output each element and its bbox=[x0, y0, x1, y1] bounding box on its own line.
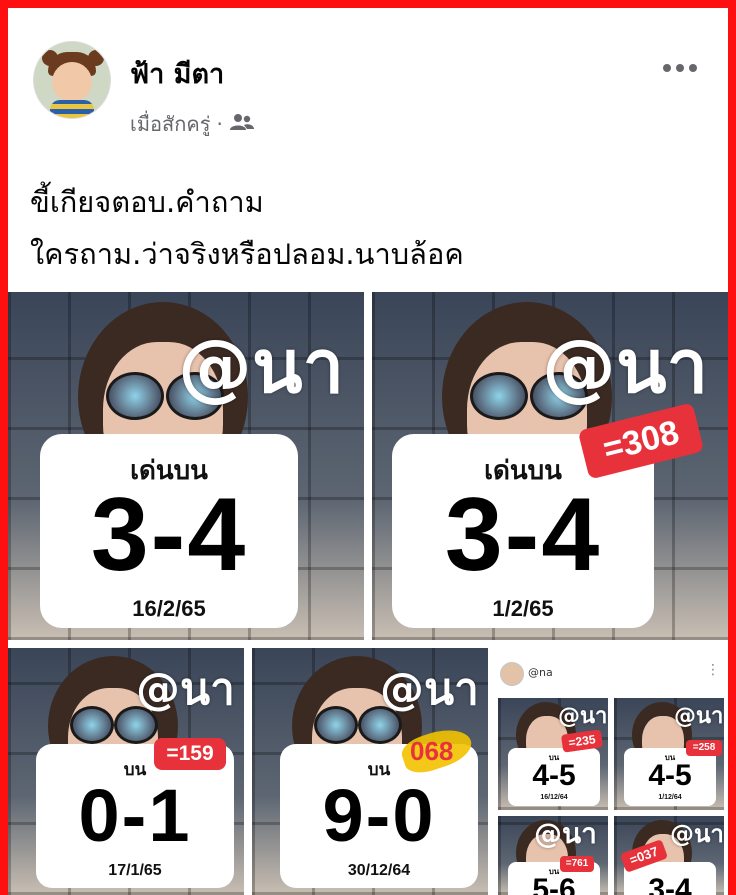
photo-gallery: @นา เด่นบน 3-4 16/2/65 @นา เด่นบน 3-4 1/… bbox=[8, 292, 728, 895]
collage-more-icon: ⋮ bbox=[706, 662, 720, 678]
photo-4[interactable]: @นา บน 9-0 30/12/64 068 bbox=[252, 648, 488, 895]
post-frame: ฟ้า มีตา เมื่อสักครู่ · ขี้เกียจตอบ.คำถา… bbox=[8, 8, 728, 895]
post-caption: ขี้เกียจตอบ.คำถาม ใครถาม.ว่าจริงหรือปลอม… bbox=[30, 176, 464, 280]
post-time[interactable]: เมื่อสักครู่ bbox=[130, 108, 210, 140]
caption-line-2: ใครถาม.ว่าจริงหรือปลอม.นาบล้อค bbox=[30, 237, 464, 271]
card-number: 4-5 bbox=[532, 759, 576, 792]
collage-tile-1: @นา บน 4-5 16/12/64 =235 bbox=[498, 698, 608, 810]
number-card: บน 4-5 16/12/64 bbox=[508, 748, 600, 806]
photo-2[interactable]: @นา เด่นบน 3-4 1/2/65 =308 bbox=[372, 292, 728, 640]
photo-5-collage[interactable]: @na ⋮ @นา บน 4-5 16/12/64 =235 @นา บน 4-… bbox=[492, 652, 728, 895]
collage-header: @na ⋮ bbox=[492, 652, 728, 696]
card-date: 16/12/64 bbox=[540, 794, 568, 801]
card-date: 1/2/65 bbox=[492, 596, 554, 621]
photo-1[interactable]: @นา เด่นบน 3-4 16/2/65 bbox=[8, 292, 364, 640]
card-date: 30/12/64 bbox=[347, 862, 411, 879]
more-options-icon[interactable] bbox=[662, 50, 698, 80]
result-badge: =159 bbox=[154, 738, 226, 770]
result-number: 068 bbox=[410, 736, 454, 766]
collage-tile-2: @นา บน 4-5 1/12/64 =258 bbox=[614, 698, 724, 810]
watermark-handle: @นา bbox=[534, 817, 597, 850]
result-badge: =258 bbox=[686, 740, 722, 756]
card-number: 0-1 bbox=[78, 774, 192, 857]
avatar[interactable] bbox=[33, 41, 111, 119]
card-number: 9-0 bbox=[322, 774, 436, 857]
card-number: 3-4 bbox=[648, 873, 692, 895]
card-number: 3-4 bbox=[90, 477, 248, 593]
result-badge: =761 bbox=[560, 856, 594, 872]
collage-tile-3: @นา บน 5-6 =761 bbox=[498, 816, 608, 895]
card-number: 4-5 bbox=[648, 759, 692, 792]
number-card: บน 4-5 1/12/64 bbox=[624, 748, 716, 806]
collage-avatar bbox=[500, 662, 524, 686]
collage-tile-4: @นา 3-4 =037 bbox=[614, 816, 724, 895]
photo-3[interactable]: @นา บน 0-1 17/1/65 =159 bbox=[8, 648, 244, 895]
card-number: 5-6 bbox=[532, 873, 576, 895]
friends-icon[interactable] bbox=[229, 112, 255, 136]
card-number: 3-4 bbox=[444, 477, 602, 593]
caption-line-1: ขี้เกียจตอบ.คำถาม bbox=[30, 185, 264, 219]
watermark-handle: @นา bbox=[674, 704, 724, 729]
author-name[interactable]: ฟ้า มีตา bbox=[130, 52, 224, 95]
meta-separator: · bbox=[216, 112, 223, 136]
watermark-handle: @นา bbox=[380, 664, 479, 715]
card-date: 16/2/65 bbox=[132, 596, 206, 621]
number-card: เด่นบน 3-4 16/2/65 bbox=[40, 434, 298, 628]
watermark-handle: @นา bbox=[178, 324, 345, 410]
watermark-handle: @นา bbox=[136, 664, 235, 715]
watermark-handle: @นา bbox=[670, 820, 724, 848]
post-meta: เมื่อสักครู่ · bbox=[130, 108, 255, 140]
post-header: ฟ้า มีตา เมื่อสักครู่ · bbox=[8, 8, 728, 138]
watermark-handle: @นา bbox=[558, 704, 608, 729]
card-date: 1/12/64 bbox=[658, 794, 682, 801]
collage-author: @na bbox=[528, 666, 553, 679]
card-date: 17/1/65 bbox=[108, 862, 162, 879]
